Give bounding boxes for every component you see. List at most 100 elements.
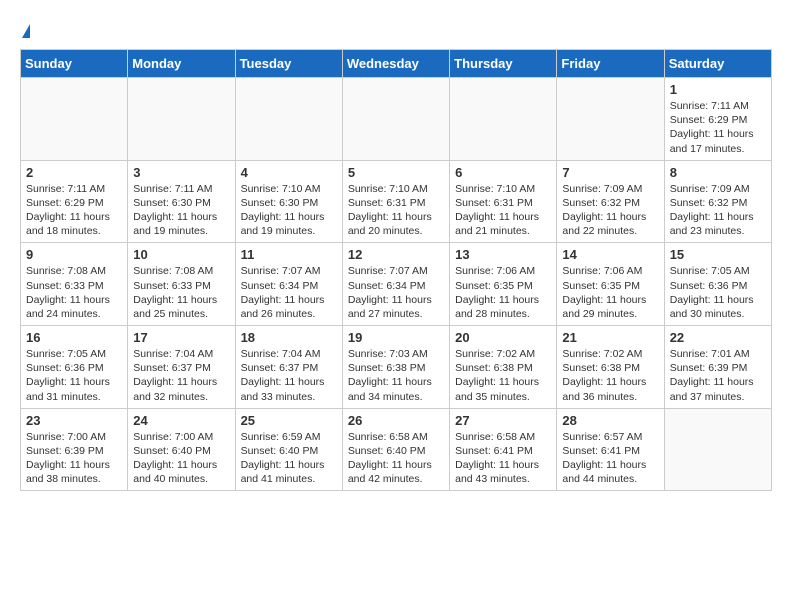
day-info: Sunrise: 7:00 AMSunset: 6:39 PMDaylight:… [26, 430, 122, 487]
calendar-cell: 18 Sunrise: 7:04 AMSunset: 6:37 PMDayligh… [235, 326, 342, 409]
day-info: Sunrise: 7:09 AMSunset: 6:32 PMDaylight:… [562, 182, 658, 239]
day-number: 22 [670, 330, 766, 345]
day-number: 28 [562, 413, 658, 428]
calendar-cell: 2 Sunrise: 7:11 AMSunset: 6:29 PMDaylight… [21, 160, 128, 243]
day-info: Sunrise: 7:10 AMSunset: 6:31 PMDaylight:… [348, 182, 444, 239]
day-number: 21 [562, 330, 658, 345]
weekday-tuesday: Tuesday [235, 50, 342, 78]
calendar-cell: 5 Sunrise: 7:10 AMSunset: 6:31 PMDaylight… [342, 160, 449, 243]
logo [20, 20, 30, 39]
day-number: 4 [241, 165, 337, 180]
weekday-sunday: Sunday [21, 50, 128, 78]
day-info: Sunrise: 7:06 AMSunset: 6:35 PMDaylight:… [562, 264, 658, 321]
day-number: 7 [562, 165, 658, 180]
day-number: 11 [241, 247, 337, 262]
day-number: 27 [455, 413, 551, 428]
day-number: 13 [455, 247, 551, 262]
day-number: 5 [348, 165, 444, 180]
calendar-cell [235, 78, 342, 161]
day-info: Sunrise: 6:59 AMSunset: 6:40 PMDaylight:… [241, 430, 337, 487]
calendar-cell: 12 Sunrise: 7:07 AMSunset: 6:34 PMDayligh… [342, 243, 449, 326]
day-info: Sunrise: 7:08 AMSunset: 6:33 PMDaylight:… [133, 264, 229, 321]
calendar-cell: 11 Sunrise: 7:07 AMSunset: 6:34 PMDayligh… [235, 243, 342, 326]
day-info: Sunrise: 7:08 AMSunset: 6:33 PMDaylight:… [26, 264, 122, 321]
day-number: 3 [133, 165, 229, 180]
calendar-cell: 15 Sunrise: 7:05 AMSunset: 6:36 PMDayligh… [664, 243, 771, 326]
calendar-cell: 21 Sunrise: 7:02 AMSunset: 6:38 PMDayligh… [557, 326, 664, 409]
day-number: 18 [241, 330, 337, 345]
day-info: Sunrise: 7:11 AMSunset: 6:29 PMDaylight:… [26, 182, 122, 239]
calendar-cell: 23 Sunrise: 7:00 AMSunset: 6:39 PMDayligh… [21, 408, 128, 491]
calendar-cell: 27 Sunrise: 6:58 AMSunset: 6:41 PMDayligh… [450, 408, 557, 491]
day-number: 12 [348, 247, 444, 262]
day-info: Sunrise: 7:09 AMSunset: 6:32 PMDaylight:… [670, 182, 766, 239]
week-row-4: 16 Sunrise: 7:05 AMSunset: 6:36 PMDayligh… [21, 326, 772, 409]
day-info: Sunrise: 7:04 AMSunset: 6:37 PMDaylight:… [133, 347, 229, 404]
calendar-cell: 4 Sunrise: 7:10 AMSunset: 6:30 PMDaylight… [235, 160, 342, 243]
day-info: Sunrise: 6:58 AMSunset: 6:41 PMDaylight:… [455, 430, 551, 487]
day-info: Sunrise: 7:05 AMSunset: 6:36 PMDaylight:… [26, 347, 122, 404]
day-number: 25 [241, 413, 337, 428]
weekday-saturday: Saturday [664, 50, 771, 78]
day-number: 23 [26, 413, 122, 428]
day-number: 20 [455, 330, 551, 345]
day-info: Sunrise: 7:11 AMSunset: 6:30 PMDaylight:… [133, 182, 229, 239]
day-info: Sunrise: 7:01 AMSunset: 6:39 PMDaylight:… [670, 347, 766, 404]
day-info: Sunrise: 7:07 AMSunset: 6:34 PMDaylight:… [241, 264, 337, 321]
calendar-cell: 1 Sunrise: 7:11 AMSunset: 6:29 PMDaylight… [664, 78, 771, 161]
day-info: Sunrise: 7:11 AMSunset: 6:29 PMDaylight:… [670, 99, 766, 156]
day-info: Sunrise: 7:07 AMSunset: 6:34 PMDaylight:… [348, 264, 444, 321]
week-row-3: 9 Sunrise: 7:08 AMSunset: 6:33 PMDaylight… [21, 243, 772, 326]
weekday-wednesday: Wednesday [342, 50, 449, 78]
calendar-cell: 26 Sunrise: 6:58 AMSunset: 6:40 PMDayligh… [342, 408, 449, 491]
calendar-cell: 6Sunrise: 7:10 AMSunset: 6:31 PMDaylight… [450, 160, 557, 243]
calendar-cell: 25 Sunrise: 6:59 AMSunset: 6:40 PMDayligh… [235, 408, 342, 491]
day-number: 26 [348, 413, 444, 428]
calendar-cell [342, 78, 449, 161]
calendar-cell [128, 78, 235, 161]
calendar-cell: 14 Sunrise: 7:06 AMSunset: 6:35 PMDayligh… [557, 243, 664, 326]
week-row-1: 1 Sunrise: 7:11 AMSunset: 6:29 PMDaylight… [21, 78, 772, 161]
day-number: 9 [26, 247, 122, 262]
day-info: Sunrise: 7:02 AMSunset: 6:38 PMDaylight:… [562, 347, 658, 404]
weekday-friday: Friday [557, 50, 664, 78]
calendar-cell: 19 Sunrise: 7:03 AMSunset: 6:38 PMDayligh… [342, 326, 449, 409]
day-info: Sunrise: 7:04 AMSunset: 6:37 PMDaylight:… [241, 347, 337, 404]
calendar-cell: 28 Sunrise: 6:57 AMSunset: 6:41 PMDayligh… [557, 408, 664, 491]
day-number: 19 [348, 330, 444, 345]
calendar-cell: 7 Sunrise: 7:09 AMSunset: 6:32 PMDaylight… [557, 160, 664, 243]
calendar-cell: 16 Sunrise: 7:05 AMSunset: 6:36 PMDayligh… [21, 326, 128, 409]
day-number: 2 [26, 165, 122, 180]
calendar-cell [21, 78, 128, 161]
calendar-cell: 24Sunrise: 7:00 AMSunset: 6:40 PMDayligh… [128, 408, 235, 491]
day-number: 8 [670, 165, 766, 180]
calendar-cell: 10 Sunrise: 7:08 AMSunset: 6:33 PMDayligh… [128, 243, 235, 326]
day-info: Sunrise: 7:00 AMSunset: 6:40 PMDaylight:… [133, 430, 229, 487]
calendar-cell: 22 Sunrise: 7:01 AMSunset: 6:39 PMDayligh… [664, 326, 771, 409]
logo-icon [22, 24, 30, 38]
calendar-cell [557, 78, 664, 161]
header [20, 20, 772, 39]
day-info: Sunrise: 7:10 AMSunset: 6:31 PMDaylight:… [455, 182, 551, 239]
day-number: 10 [133, 247, 229, 262]
calendar-cell [450, 78, 557, 161]
day-info: Sunrise: 6:57 AMSunset: 6:41 PMDaylight:… [562, 430, 658, 487]
day-info: Sunrise: 7:10 AMSunset: 6:30 PMDaylight:… [241, 182, 337, 239]
day-number: 15 [670, 247, 766, 262]
day-info: Sunrise: 7:02 AMSunset: 6:38 PMDaylight:… [455, 347, 551, 404]
day-info: Sunrise: 7:05 AMSunset: 6:36 PMDaylight:… [670, 264, 766, 321]
day-number: 14 [562, 247, 658, 262]
calendar-cell: 13Sunrise: 7:06 AMSunset: 6:35 PMDayligh… [450, 243, 557, 326]
calendar-cell: 20 Sunrise: 7:02 AMSunset: 6:38 PMDayligh… [450, 326, 557, 409]
calendar-cell: 3 Sunrise: 7:11 AMSunset: 6:30 PMDaylight… [128, 160, 235, 243]
day-number: 16 [26, 330, 122, 345]
day-info: Sunrise: 6:58 AMSunset: 6:40 PMDaylight:… [348, 430, 444, 487]
week-row-5: 23 Sunrise: 7:00 AMSunset: 6:39 PMDayligh… [21, 408, 772, 491]
calendar-cell [664, 408, 771, 491]
day-info: Sunrise: 7:03 AMSunset: 6:38 PMDaylight:… [348, 347, 444, 404]
day-number: 1 [670, 82, 766, 97]
calendar-table: SundayMondayTuesdayWednesdayThursdayFrid… [20, 49, 772, 491]
weekday-header-row: SundayMondayTuesdayWednesdayThursdayFrid… [21, 50, 772, 78]
calendar-cell: 9 Sunrise: 7:08 AMSunset: 6:33 PMDaylight… [21, 243, 128, 326]
calendar-cell: 8 Sunrise: 7:09 AMSunset: 6:32 PMDaylight… [664, 160, 771, 243]
